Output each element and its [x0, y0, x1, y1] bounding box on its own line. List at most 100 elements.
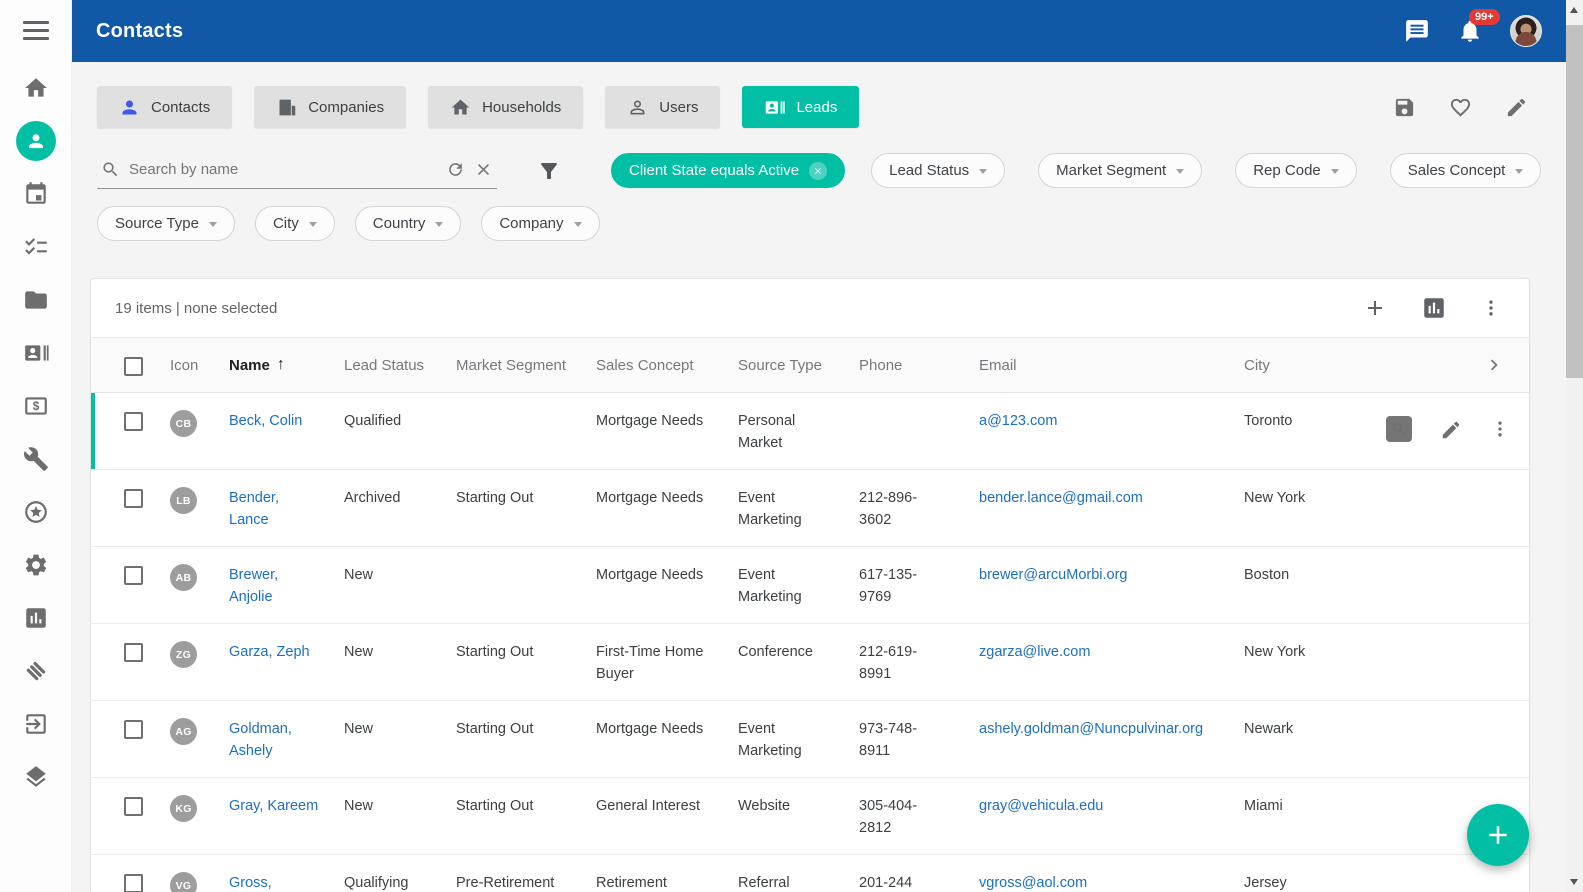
- sidebar-item-favorites[interactable]: [23, 499, 49, 525]
- search-input[interactable]: [129, 161, 437, 178]
- sidebar-item-settings[interactable]: [23, 552, 49, 578]
- table-row[interactable]: KG Gray, Kareem New Starting Out General…: [91, 778, 1529, 855]
- table-row[interactable]: ZG Garza, Zeph New Starting Out First-Ti…: [91, 624, 1529, 701]
- contact-name-link[interactable]: Gray, Kareem: [229, 795, 318, 817]
- preview-icon[interactable]: [1386, 416, 1412, 442]
- email-link[interactable]: gray@vehicula.edu: [979, 795, 1103, 817]
- column-header-phone[interactable]: Phone: [859, 357, 979, 374]
- email-link[interactable]: brewer@arcuMorbi.org: [979, 564, 1128, 586]
- sidebar-item-documents[interactable]: [23, 287, 49, 313]
- save-icon[interactable]: [1393, 96, 1416, 119]
- sidebar-item-layers[interactable]: [23, 764, 49, 790]
- sidebar-item-money[interactable]: $: [23, 393, 49, 419]
- sales-concept-cell: Mortgage Needs: [596, 547, 738, 623]
- chip-company[interactable]: Company: [481, 206, 599, 241]
- tab-contacts[interactable]: Contacts: [97, 86, 232, 128]
- vertical-scrollbar[interactable]: [1566, 0, 1583, 892]
- sidebar-nav: $: [0, 75, 71, 790]
- scroll-up-arrow[interactable]: [1570, 7, 1578, 13]
- scroll-columns-right[interactable]: [1386, 354, 1529, 376]
- lead-status-cell: New: [344, 701, 456, 777]
- row-checkbox[interactable]: [124, 566, 143, 585]
- contact-name-link[interactable]: Bender, Lance: [229, 487, 321, 531]
- contact-name-link[interactable]: Goldman, Ashely: [229, 718, 321, 762]
- chat-icon[interactable]: [1404, 18, 1430, 44]
- table-row[interactable]: AG Goldman, Ashely New Starting Out Mort…: [91, 701, 1529, 778]
- row-menu-icon[interactable]: [1490, 419, 1510, 439]
- tab-users[interactable]: Users: [605, 86, 720, 128]
- contact-name-link[interactable]: Gross,: [229, 872, 272, 892]
- chip-rep-code[interactable]: Rep Code: [1235, 153, 1357, 188]
- handshake-icon: [23, 658, 49, 684]
- phone-cell: 212-619-8991: [859, 624, 979, 700]
- tab-companies[interactable]: Companies: [254, 86, 406, 128]
- column-header-market-segment[interactable]: Market Segment: [456, 357, 596, 374]
- contact-name-link[interactable]: Brewer, Anjolie: [229, 564, 321, 608]
- sidebar-item-calendar[interactable]: [23, 181, 49, 207]
- row-edit-icon[interactable]: [1440, 419, 1462, 441]
- column-header-email[interactable]: Email: [979, 357, 1244, 374]
- gear-icon: [23, 552, 49, 578]
- contact-name-link[interactable]: Beck, Colin: [229, 410, 302, 432]
- favorite-heart-icon[interactable]: [1449, 96, 1472, 119]
- column-header-icon[interactable]: Icon: [170, 357, 229, 374]
- sidebar-item-reports[interactable]: [23, 605, 49, 631]
- table-row[interactable]: LB Bender, Lance Archived Starting Out M…: [91, 470, 1529, 547]
- applied-filter-chip[interactable]: Client State equals Active: [611, 153, 845, 188]
- table-row[interactable]: AB Brewer, Anjolie New Mortgage Needs Ev…: [91, 547, 1529, 624]
- notifications-bell-icon[interactable]: 99+: [1457, 18, 1483, 44]
- row-checkbox[interactable]: [124, 874, 143, 892]
- chip-city[interactable]: City: [255, 206, 335, 241]
- sidebar-item-exit[interactable]: [23, 711, 49, 737]
- tab-leads[interactable]: Leads: [742, 86, 859, 128]
- clear-search-icon[interactable]: [474, 160, 493, 179]
- remove-filter-icon[interactable]: [809, 162, 827, 180]
- tab-households[interactable]: Households: [428, 86, 583, 128]
- email-link[interactable]: bender.lance@gmail.com: [979, 487, 1143, 509]
- row-checkbox[interactable]: [124, 489, 143, 508]
- market-segment-cell: [456, 393, 596, 469]
- row-checkbox[interactable]: [124, 643, 143, 662]
- table-row[interactable]: VG Gross, Qualifying Pre-Retirement Reti…: [91, 855, 1529, 892]
- sidebar-item-leads[interactable]: [23, 340, 49, 366]
- chip-market-segment[interactable]: Market Segment: [1038, 153, 1202, 188]
- chip-sales-concept[interactable]: Sales Concept: [1390, 153, 1542, 188]
- select-all-checkbox[interactable]: [124, 357, 143, 376]
- chart-view-icon[interactable]: [1421, 295, 1447, 321]
- bar-chart-icon: [23, 605, 49, 631]
- chip-source-type[interactable]: Source Type: [97, 206, 235, 241]
- email-link[interactable]: vgross@aol.com: [979, 872, 1087, 892]
- email-link[interactable]: zgarza@live.com: [979, 641, 1090, 663]
- edit-pencil-icon[interactable]: [1505, 96, 1528, 119]
- scrollbar-thumb[interactable]: [1566, 25, 1583, 378]
- sidebar-item-contacts[interactable]: [16, 121, 56, 161]
- row-checkbox[interactable]: [124, 797, 143, 816]
- phone-cell: [859, 393, 979, 469]
- sidebar-item-tools[interactable]: [23, 446, 49, 472]
- more-options-icon[interactable]: [1481, 298, 1501, 318]
- add-contact-fab[interactable]: [1467, 804, 1529, 866]
- filter-funnel-icon[interactable]: [537, 159, 561, 183]
- column-header-name[interactable]: Name ↑: [229, 356, 344, 374]
- user-avatar[interactable]: [1510, 15, 1542, 47]
- market-segment-cell: Starting Out: [456, 624, 596, 700]
- row-checkbox[interactable]: [124, 720, 143, 739]
- column-header-lead-status[interactable]: Lead Status: [344, 357, 456, 374]
- contact-name-link[interactable]: Garza, Zeph: [229, 641, 310, 663]
- email-link[interactable]: ashely.goldman@Nuncpulvinar.org: [979, 718, 1203, 740]
- email-link[interactable]: a@123.com: [979, 410, 1057, 432]
- scroll-down-arrow[interactable]: [1570, 879, 1578, 885]
- add-icon[interactable]: [1363, 296, 1387, 320]
- column-header-sales-concept[interactable]: Sales Concept: [596, 357, 738, 374]
- chip-lead-status[interactable]: Lead Status: [871, 153, 1005, 188]
- sidebar-item-tasks[interactable]: [23, 234, 49, 260]
- table-row[interactable]: CB Beck, Colin Qualified Mortgage Needs …: [91, 393, 1529, 470]
- row-checkbox[interactable]: [124, 412, 143, 431]
- column-header-city[interactable]: City: [1244, 357, 1386, 374]
- refresh-icon[interactable]: [446, 160, 465, 179]
- column-header-source-type[interactable]: Source Type: [738, 357, 859, 374]
- chip-country[interactable]: Country: [355, 206, 462, 241]
- sidebar-item-partners[interactable]: [23, 658, 49, 684]
- menu-icon[interactable]: [23, 21, 49, 41]
- sidebar-item-home[interactable]: [23, 75, 49, 101]
